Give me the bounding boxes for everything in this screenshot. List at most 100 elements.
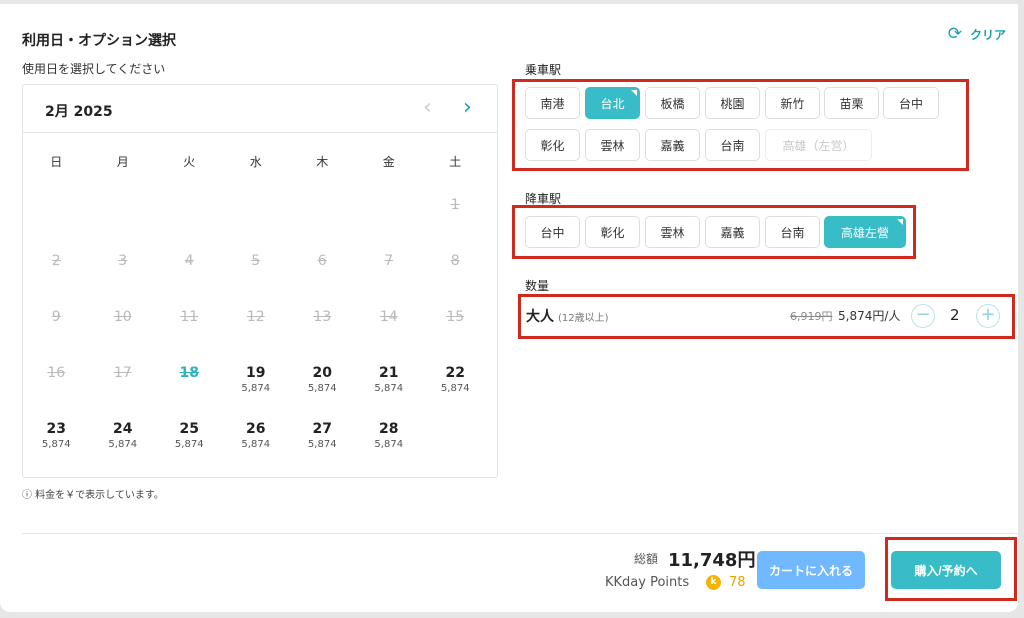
calendar-day: 9 <box>23 301 90 357</box>
day-price: 5,874 <box>440 383 470 394</box>
day-number: 12 <box>246 309 265 325</box>
calendar-day: 4 <box>156 245 223 301</box>
calendar-day: 11 <box>156 301 223 357</box>
calendar-empty-cell <box>156 189 223 245</box>
calendar-day[interactable]: 24 5,874 <box>90 413 157 469</box>
calendar-day[interactable]: 20 5,874 <box>289 357 356 413</box>
day-number: 22 <box>445 365 465 381</box>
boarding-label: 乗車駅 <box>525 63 562 77</box>
day-number: 2 <box>51 253 61 269</box>
day-number: 11 <box>180 309 199 325</box>
weekday-row: 日月火水木金土 <box>23 143 499 189</box>
day-number: 3 <box>118 253 128 269</box>
boarding-station-chip[interactable]: 雲林 <box>585 129 640 161</box>
boarding-station-chip[interactable]: 桃園 <box>705 87 760 119</box>
quantity-label: 数量 <box>525 279 550 293</box>
calendar-empty-cell <box>223 189 290 245</box>
day-number: 20 <box>312 365 332 381</box>
refresh-icon: ⟳ <box>947 24 962 44</box>
alighting-station-chip[interactable]: 嘉義 <box>705 216 760 248</box>
date-select-label: 使用日を選択してください <box>22 62 166 76</box>
calendar-day[interactable]: 28 5,874 <box>356 413 423 469</box>
boarding-station-chip[interactable]: 彰化 <box>525 129 580 161</box>
ticket-age-note: (12歳以上) <box>558 313 609 324</box>
weekday-label: 金 <box>382 155 395 169</box>
day-price: 5,874 <box>374 439 404 450</box>
calendar-day: 8 <box>422 245 489 301</box>
day-number: 18 <box>179 365 199 381</box>
day-number: 26 <box>246 421 266 437</box>
boarding-station-chip[interactable]: 板橋 <box>645 87 700 119</box>
minus-circle-icon[interactable]: − <box>911 304 935 328</box>
boarding-station-chip[interactable]: 嘉義 <box>645 129 700 161</box>
calendar-empty-cell <box>356 189 423 245</box>
calendar-day[interactable]: 23 5,874 <box>23 413 90 469</box>
chevron-left-icon[interactable]: ‹ <box>423 95 432 120</box>
day-number: 8 <box>450 253 460 269</box>
add-to-cart-button[interactable]: カートに入れる <box>757 551 865 589</box>
day-price: 5,874 <box>307 383 337 394</box>
day-number: 19 <box>246 365 266 381</box>
calendar-day: 15 <box>422 301 489 357</box>
footer-divider <box>22 533 1018 534</box>
alighting-station-chip[interactable]: 高雄左營 <box>824 216 906 248</box>
weekday-label: 日 <box>50 155 63 169</box>
calendar-day: 14 <box>356 301 423 357</box>
calendar-day[interactable]: 21 5,874 <box>356 357 423 413</box>
calendar-day[interactable]: 22 5,874 <box>422 357 489 413</box>
boarding-station-chip[interactable]: 苗栗 <box>824 87 879 119</box>
weekday-label: 木 <box>316 155 329 169</box>
boarding-station-chip[interactable]: 新竹 <box>765 87 820 119</box>
day-number: 17 <box>113 365 132 381</box>
points-value: 78 <box>729 575 746 590</box>
alighting-station-chip[interactable]: 台南 <box>765 216 820 248</box>
total-label: 総額 <box>634 552 659 566</box>
buy-button[interactable]: 購入/予約へ <box>891 551 1001 589</box>
day-number: 5 <box>251 253 261 269</box>
day-number: 1 <box>450 197 460 213</box>
boarding-station-chip[interactable]: 台南 <box>705 129 760 161</box>
day-number: 7 <box>384 253 394 269</box>
alighting-station-chip[interactable]: 台中 <box>525 216 580 248</box>
points-coin-icon: k <box>706 575 721 590</box>
calendar-header: 2月 2025 ‹ › <box>23 85 497 133</box>
calendar-day[interactable]: 26 5,874 <box>223 413 290 469</box>
alighting-station-chip[interactable]: 雲林 <box>645 216 700 248</box>
calendar-day[interactable]: 27 5,874 <box>289 413 356 469</box>
calendar-day[interactable]: 25 5,874 <box>156 413 223 469</box>
weekday-label: 火 <box>183 155 196 169</box>
day-number: 15 <box>446 309 465 325</box>
boarding-station-chip[interactable]: 南港 <box>525 87 580 119</box>
calendar-week-row: 23 5,874 24 5,874 25 5,874 26 5,874 27 5,874 28 5,8… <box>23 413 499 469</box>
alighting-station-chip[interactable]: 彰化 <box>585 216 640 248</box>
weekday-label: 月 <box>116 155 129 169</box>
day-price: 5,874 <box>41 439 71 450</box>
calendar-day: 2 <box>23 245 90 301</box>
day-number: 10 <box>113 309 132 325</box>
weekday-label: 水 <box>249 155 262 169</box>
boarding-station-chip[interactable]: 台中 <box>883 87 939 119</box>
day-number: 21 <box>379 365 399 381</box>
quantity-row: 大人 (12歳以上) 6,919円 5,874円/人 − 2 + <box>524 300 1010 332</box>
day-number: 27 <box>312 421 332 437</box>
calendar-week-row: 16 17 18 19 5,874 20 5,874 21 5,874 22 5,874 <box>23 357 499 413</box>
calendar-week-row: 1 <box>23 189 499 245</box>
points-label: KKday Points <box>605 575 690 590</box>
day-price: 5,874 <box>108 439 138 450</box>
calendar-week-row: 9 10 11 12 13 14 15 <box>23 301 499 357</box>
day-price: 5,874 <box>174 439 204 450</box>
calendar-day: 16 <box>23 357 90 413</box>
plus-circle-icon[interactable]: + <box>976 304 1000 328</box>
chevron-right-icon[interactable]: › <box>463 95 472 120</box>
boarding-station-chip: 高雄（左営） <box>765 129 872 161</box>
clear-button[interactable]: ⟳ クリア <box>948 24 1006 44</box>
quantity-value: 2 <box>950 306 960 324</box>
day-price: 5,874 <box>241 439 271 450</box>
calendar-grid: 日月火水木金土 1 2 3 4 5 6 7 8 9 10 11 12 13 14 15 16 17 18 19 5,87… <box>23 143 499 469</box>
calendar-day[interactable]: 19 5,874 <box>223 357 290 413</box>
calendar-empty-cell <box>23 189 90 245</box>
day-number: 23 <box>46 421 66 437</box>
day-number: 14 <box>379 309 398 325</box>
day-number: 16 <box>47 365 66 381</box>
boarding-station-chip[interactable]: 台北 <box>585 87 640 119</box>
